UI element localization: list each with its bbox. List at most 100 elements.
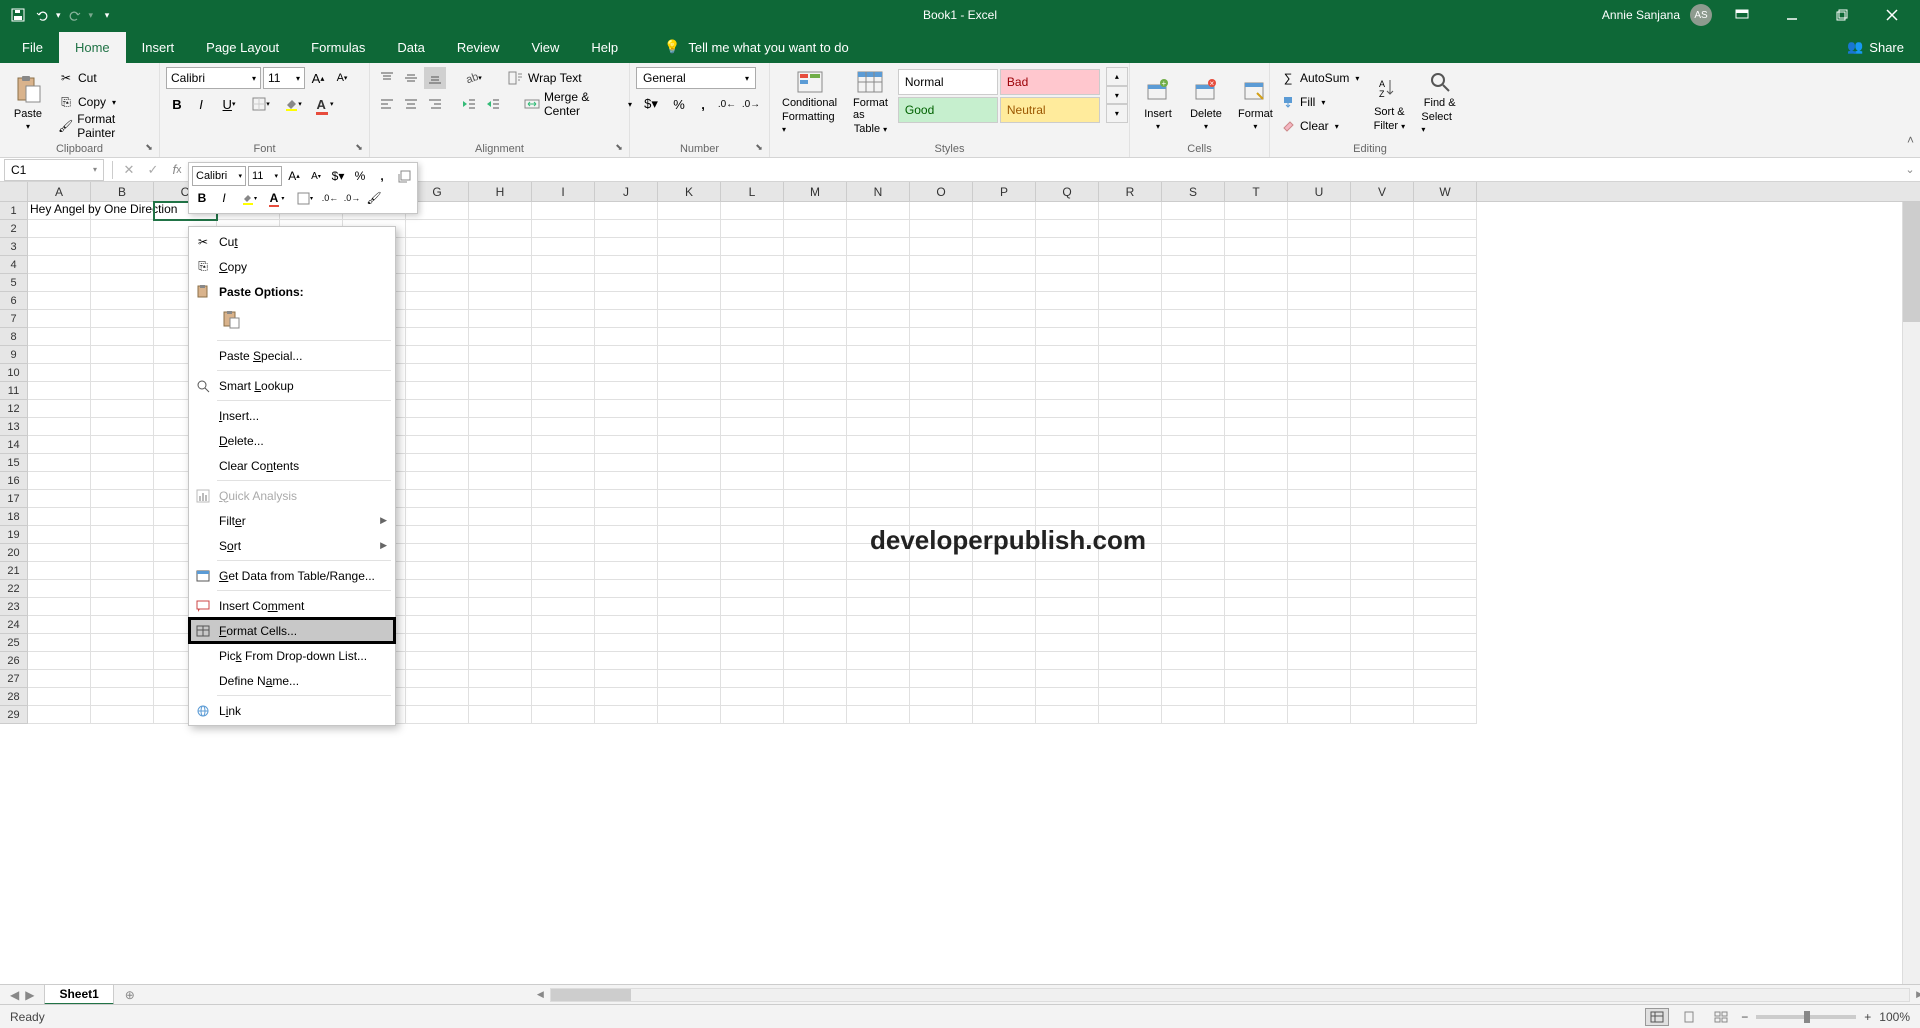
cell[interactable] xyxy=(910,202,973,220)
cell[interactable] xyxy=(91,274,154,292)
select-all-button[interactable] xyxy=(0,182,28,201)
cell[interactable] xyxy=(595,274,658,292)
cell[interactable] xyxy=(595,328,658,346)
ctx-pick-from-list[interactable]: Pick From Drop-down List... xyxy=(189,643,395,668)
cell[interactable] xyxy=(595,202,658,220)
cell[interactable] xyxy=(973,382,1036,400)
cell[interactable] xyxy=(784,220,847,238)
cell[interactable] xyxy=(721,562,784,580)
cell[interactable] xyxy=(1414,436,1477,454)
cell[interactable] xyxy=(847,454,910,472)
underline-button[interactable]: U▾ xyxy=(214,93,244,115)
cell[interactable] xyxy=(469,490,532,508)
cell[interactable] xyxy=(469,526,532,544)
cell[interactable] xyxy=(1225,688,1288,706)
cell[interactable] xyxy=(1414,580,1477,598)
cell[interactable] xyxy=(1162,652,1225,670)
cell[interactable] xyxy=(1099,220,1162,238)
cell[interactable] xyxy=(469,346,532,364)
name-box[interactable]: C1▾ xyxy=(4,159,104,181)
cell[interactable] xyxy=(721,544,784,562)
cell[interactable] xyxy=(784,418,847,436)
cell[interactable] xyxy=(406,310,469,328)
cell[interactable] xyxy=(658,274,721,292)
cell[interactable] xyxy=(406,562,469,580)
cell[interactable] xyxy=(1162,328,1225,346)
cell[interactable] xyxy=(1225,544,1288,562)
cell[interactable] xyxy=(28,256,91,274)
cell[interactable] xyxy=(721,346,784,364)
cell[interactable] xyxy=(91,202,154,220)
format-as-table-button[interactable]: Format as Table ▾ xyxy=(847,67,894,137)
column-header[interactable]: I xyxy=(532,182,595,201)
cell[interactable] xyxy=(784,580,847,598)
cell[interactable] xyxy=(910,562,973,580)
cell[interactable] xyxy=(1225,670,1288,688)
cell[interactable] xyxy=(532,634,595,652)
cell[interactable] xyxy=(595,490,658,508)
cell[interactable] xyxy=(910,382,973,400)
cell[interactable] xyxy=(847,202,910,220)
row-header[interactable]: 1 xyxy=(0,202,28,220)
row-header[interactable]: 26 xyxy=(0,652,28,670)
cell[interactable] xyxy=(847,634,910,652)
cell[interactable] xyxy=(1414,562,1477,580)
cell[interactable] xyxy=(910,508,973,526)
user-name[interactable]: Annie Sanjana xyxy=(1602,8,1680,22)
cell[interactable] xyxy=(1162,292,1225,310)
cell[interactable] xyxy=(406,508,469,526)
cell[interactable] xyxy=(973,598,1036,616)
cell[interactable] xyxy=(595,256,658,274)
cell[interactable] xyxy=(847,256,910,274)
cell[interactable] xyxy=(721,508,784,526)
cell[interactable] xyxy=(721,490,784,508)
cell[interactable] xyxy=(658,436,721,454)
cell[interactable] xyxy=(406,544,469,562)
zoom-in-icon[interactable]: + xyxy=(1864,1010,1871,1024)
cell[interactable] xyxy=(847,238,910,256)
row-header[interactable]: 22 xyxy=(0,580,28,598)
column-header[interactable]: S xyxy=(1162,182,1225,201)
cell[interactable] xyxy=(595,580,658,598)
cell[interactable] xyxy=(1351,328,1414,346)
row-header[interactable]: 29 xyxy=(0,706,28,724)
cell[interactable] xyxy=(658,328,721,346)
cell[interactable] xyxy=(1414,292,1477,310)
cell[interactable] xyxy=(1288,256,1351,274)
cell[interactable] xyxy=(28,526,91,544)
cell[interactable] xyxy=(658,202,721,220)
ctx-insert-comment[interactable]: Insert Comment xyxy=(189,593,395,618)
cell[interactable] xyxy=(1225,706,1288,724)
ctx-link[interactable]: Link xyxy=(189,698,395,723)
cell[interactable] xyxy=(784,670,847,688)
cell-style-neutral[interactable]: Neutral xyxy=(1000,97,1100,123)
cell[interactable] xyxy=(595,310,658,328)
cell[interactable] xyxy=(91,292,154,310)
cell[interactable] xyxy=(469,364,532,382)
mini-size-select[interactable]: 11▾ xyxy=(248,166,282,186)
cell[interactable] xyxy=(532,616,595,634)
cell[interactable] xyxy=(1099,598,1162,616)
cell[interactable] xyxy=(910,436,973,454)
cell[interactable] xyxy=(532,652,595,670)
cell[interactable] xyxy=(847,490,910,508)
align-right-icon[interactable] xyxy=(424,93,446,115)
insert-cells-button[interactable]: + Insert▾ xyxy=(1136,67,1180,137)
cell[interactable] xyxy=(532,220,595,238)
cell[interactable] xyxy=(1225,436,1288,454)
cell[interactable] xyxy=(595,598,658,616)
mini-increase-font-icon[interactable]: A▴ xyxy=(284,166,304,186)
cell[interactable] xyxy=(721,706,784,724)
row-header[interactable]: 17 xyxy=(0,490,28,508)
row-header[interactable]: 12 xyxy=(0,400,28,418)
align-bottom-icon[interactable] xyxy=(424,67,446,89)
cell[interactable] xyxy=(1288,364,1351,382)
cell[interactable] xyxy=(1351,238,1414,256)
cell[interactable] xyxy=(532,346,595,364)
cell[interactable] xyxy=(910,220,973,238)
cell[interactable] xyxy=(532,688,595,706)
cell[interactable] xyxy=(1036,328,1099,346)
cell[interactable] xyxy=(1414,418,1477,436)
cell[interactable] xyxy=(28,616,91,634)
cell[interactable] xyxy=(469,202,532,220)
